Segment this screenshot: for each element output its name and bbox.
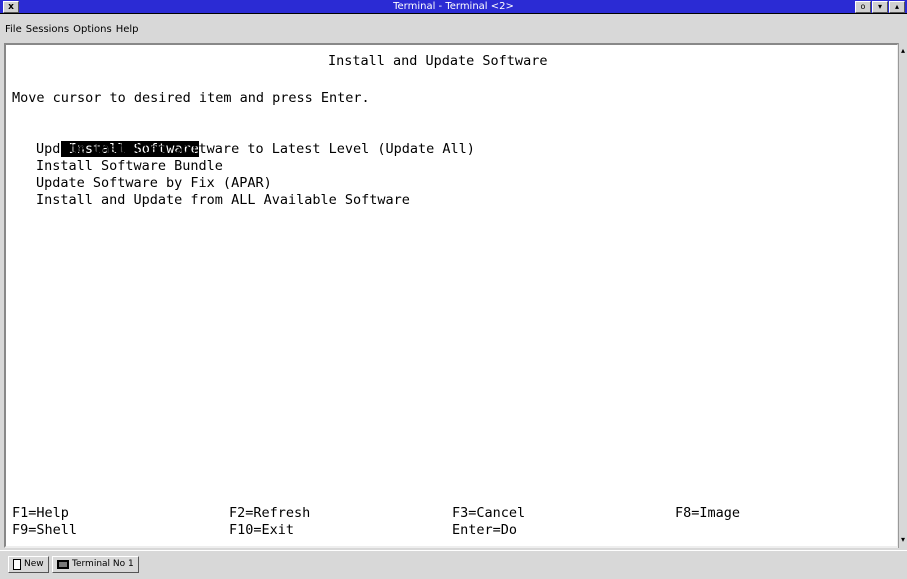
scroll-up-icon[interactable]: ▴ bbox=[899, 45, 907, 57]
terminal-screen[interactable]: Install and Update Software Move cursor … bbox=[4, 43, 899, 548]
document-icon bbox=[13, 559, 21, 570]
screen-title: Install and Update Software bbox=[328, 53, 548, 69]
menu-option-install-software[interactable]: Install Software bbox=[28, 124, 199, 157]
fkey-image[interactable]: F8=Image bbox=[675, 505, 740, 522]
menu-sessions[interactable]: Sessions bbox=[24, 21, 71, 39]
screen-instruction: Move cursor to desired item and press En… bbox=[12, 90, 370, 106]
fkey-exit[interactable]: F10=Exit bbox=[229, 522, 294, 539]
window-titlebar[interactable]: x Terminal - Terminal <2> o ▾ ▴ bbox=[0, 0, 907, 14]
terminal-tab-button[interactable]: Terminal No 1 bbox=[52, 556, 139, 573]
menu-file[interactable]: File bbox=[0, 21, 24, 39]
menu-bar: File Sessions Options Help bbox=[0, 21, 907, 39]
iconify-icon[interactable]: o bbox=[855, 1, 871, 13]
fkey-refresh[interactable]: F2=Refresh bbox=[229, 505, 310, 522]
menu-options[interactable]: Options bbox=[71, 21, 114, 39]
fkey-cancel[interactable]: F3=Cancel bbox=[452, 505, 525, 522]
terminal-tab-label: Terminal No 1 bbox=[72, 559, 134, 569]
fkey-enter-do[interactable]: Enter=Do bbox=[452, 522, 517, 539]
new-session-label: New bbox=[24, 559, 44, 569]
session-taskbar: New Terminal No 1 bbox=[0, 550, 907, 579]
fkey-help[interactable]: F1=Help bbox=[12, 505, 69, 522]
terminal-scrollbar[interactable]: ▴ ▾ bbox=[898, 43, 907, 548]
fkey-shell[interactable]: F9=Shell bbox=[12, 522, 77, 539]
menu-option-update-all[interactable]: Update Installed Software to Latest Leve… bbox=[36, 141, 475, 158]
menu-help[interactable]: Help bbox=[114, 21, 141, 39]
menu-down-icon[interactable]: ▾ bbox=[872, 1, 888, 13]
maximize-icon[interactable]: ▴ bbox=[889, 1, 905, 13]
menu-option-install-update-all[interactable]: Install and Update from ALL Available So… bbox=[36, 192, 410, 209]
new-session-button[interactable]: New bbox=[8, 556, 49, 573]
window-title: Terminal - Terminal <2> bbox=[393, 1, 514, 12]
menu-option-install-bundle[interactable]: Install Software Bundle bbox=[36, 158, 223, 175]
terminal-icon bbox=[57, 560, 69, 569]
scroll-down-icon[interactable]: ▾ bbox=[899, 534, 907, 546]
menu-option-update-by-fix[interactable]: Update Software by Fix (APAR) bbox=[36, 175, 272, 192]
